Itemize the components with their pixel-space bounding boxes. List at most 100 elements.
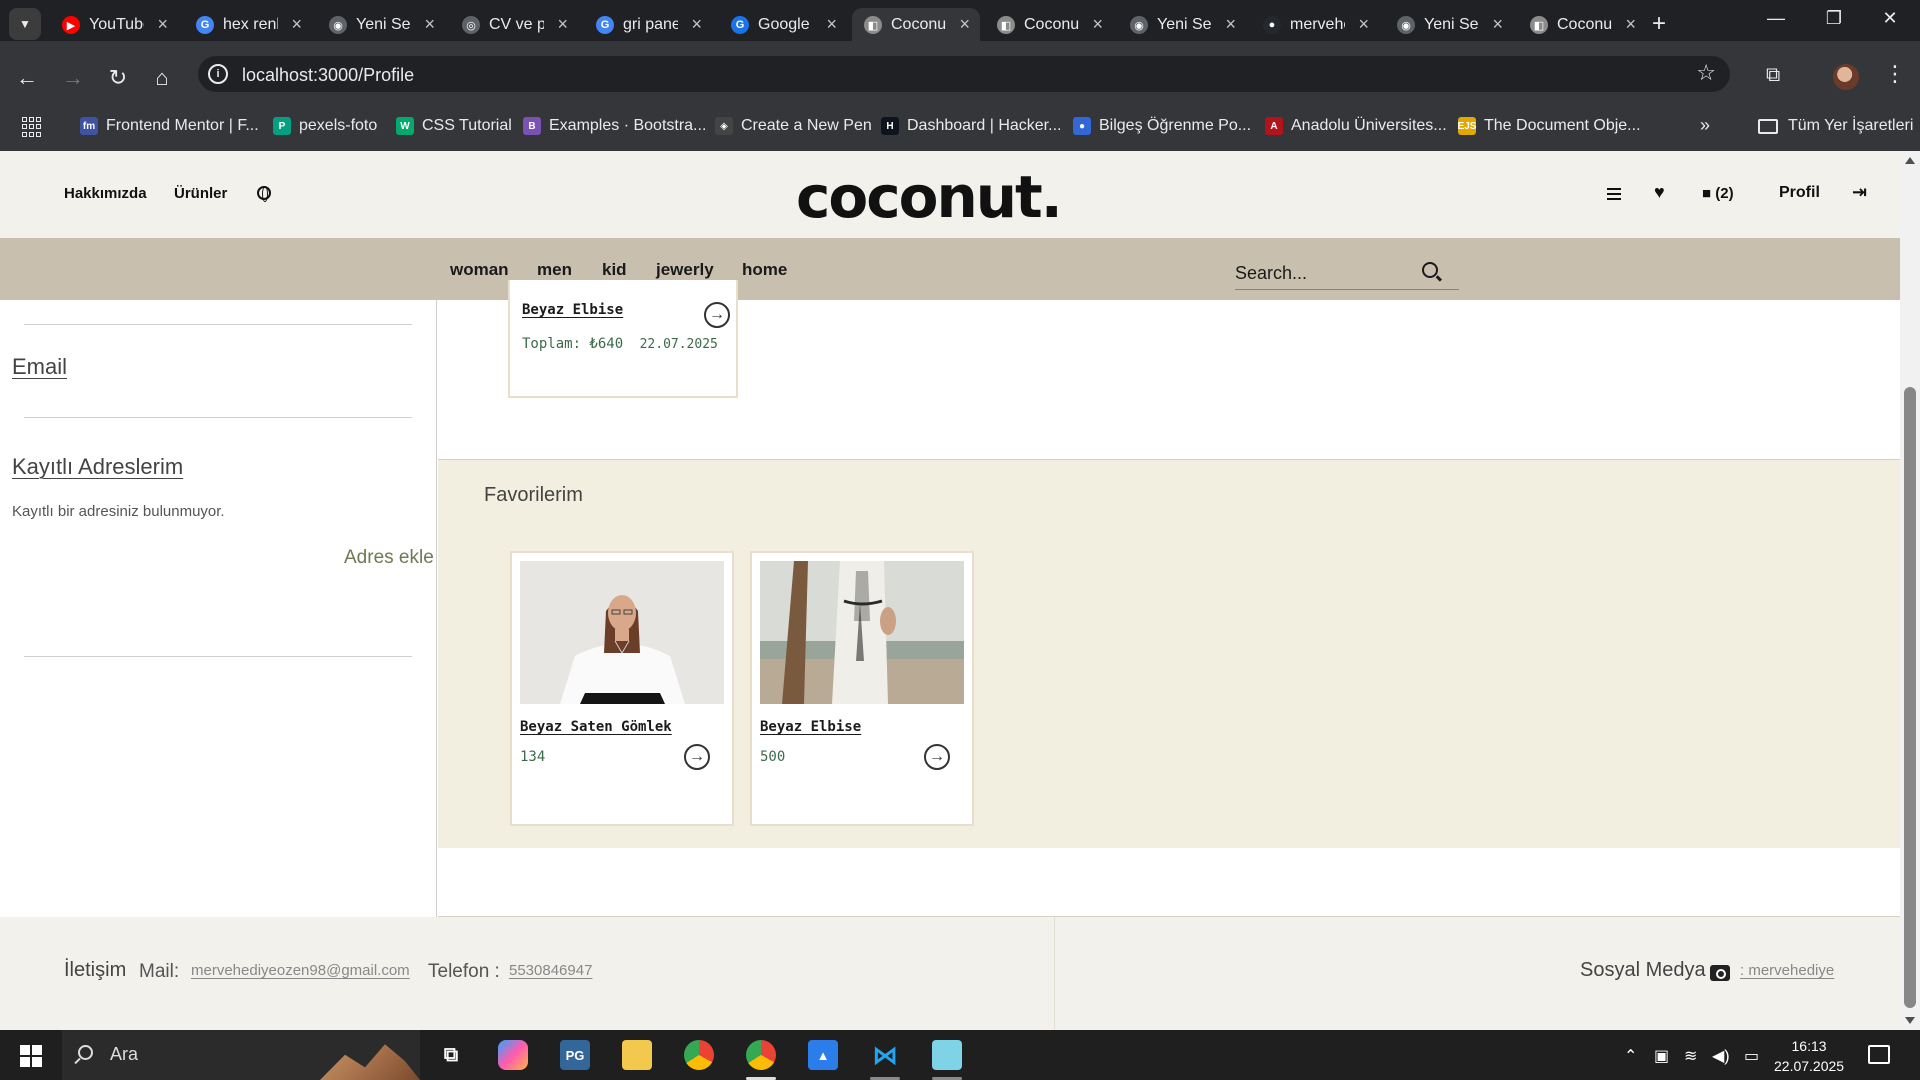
browser-tab[interactable]: ◉ Yeni Sekme ×	[1118, 8, 1246, 41]
back-arrow-icon[interactable]: ←	[12, 65, 42, 91]
search-input[interactable]	[1235, 260, 1415, 286]
tab-close-icon[interactable]: ×	[1092, 14, 1103, 35]
battery-icon[interactable]: ▭	[1744, 1046, 1759, 1066]
category-home[interactable]: home	[742, 260, 787, 280]
bookmark-item[interactable]: W CSS Tutorial	[396, 117, 512, 135]
browser-tab[interactable]: ▶ YouTube ×	[50, 8, 178, 41]
all-bookmarks-folder[interactable]: Tüm Yer İşaretleri	[1758, 117, 1913, 135]
tray-chevron-up-icon[interactable]: ⌃	[1624, 1046, 1637, 1066]
cart-button[interactable]: ■ (2)	[1702, 185, 1734, 202]
new-tab-button[interactable]: +	[1652, 10, 1666, 38]
meet-icon[interactable]: ▣	[1654, 1046, 1669, 1066]
favorite-product-name[interactable]: Beyaz Elbise	[760, 719, 861, 735]
site-logo[interactable]: coconut.	[796, 163, 1063, 231]
postgres-icon[interactable]: PG	[560, 1040, 590, 1070]
more-bookmarks-icon[interactable]: »	[1700, 115, 1710, 136]
products-link[interactable]: Ürünler	[174, 185, 227, 202]
browser-tab[interactable]: Ggri panel ×	[584, 8, 712, 41]
tab-close-icon[interactable]: ×	[959, 14, 970, 35]
tab-search-button[interactable]: ▼	[9, 8, 41, 40]
tab-close-icon[interactable]: ×	[424, 14, 435, 35]
site-info-icon[interactable]: i	[208, 64, 228, 84]
category-men[interactable]: men	[537, 260, 572, 280]
instagram-icon[interactable]	[1710, 965, 1730, 981]
scroll-down-icon[interactable]	[1905, 1017, 1915, 1024]
browser-tab[interactable]: ◧ Coconut ×	[1518, 8, 1646, 41]
volume-icon[interactable]: ◀)	[1712, 1046, 1730, 1066]
order-product-name[interactable]: Beyaz Elbise	[522, 302, 623, 318]
email-title[interactable]: Email	[12, 354, 67, 380]
apps-grid-icon[interactable]	[22, 117, 42, 137]
logout-icon[interactable]: ⇥	[1852, 182, 1867, 203]
scroll-up-icon[interactable]	[1905, 157, 1915, 164]
system-clock[interactable]: 16:13 22.07.2025	[1774, 1036, 1844, 1076]
wifi-icon[interactable]: ≋	[1684, 1046, 1697, 1066]
browser-tab[interactable]: ◎ CV ve port ×	[450, 8, 578, 41]
browser-tab[interactable]: ◧ Coconut ×	[852, 8, 980, 41]
profile-avatar[interactable]	[1833, 64, 1859, 90]
instagram-link[interactable]: : mervehediye	[1740, 962, 1834, 979]
tab-close-icon[interactable]: ×	[826, 14, 837, 35]
copilot-icon[interactable]	[498, 1040, 528, 1070]
menu-icon[interactable]	[1607, 188, 1621, 200]
tab-close-icon[interactable]: ×	[1358, 14, 1369, 35]
home-icon[interactable]: ⌂	[147, 65, 177, 91]
phone-link[interactable]: 5530846947	[509, 962, 592, 979]
notepad-icon[interactable]	[932, 1040, 962, 1070]
tab-close-icon[interactable]: ×	[557, 14, 568, 35]
arrow-right-icon[interactable]: →	[684, 744, 710, 770]
category-jewerly[interactable]: jewerly	[656, 260, 714, 280]
mail-link[interactable]: mervehediyeozen98@gmail.com	[191, 962, 410, 979]
browser-tab[interactable]: ◉ Yeni Sekme ×	[317, 8, 445, 41]
forward-arrow-icon[interactable]: →	[58, 65, 88, 91]
bookmark-item[interactable]: ◈ Create a New Pen	[715, 117, 872, 135]
close-window-button[interactable]: ✕	[1870, 8, 1910, 29]
notification-icon[interactable]	[1868, 1045, 1890, 1064]
tab-close-icon[interactable]: ×	[291, 14, 302, 35]
chrome-icon[interactable]	[684, 1040, 714, 1070]
reload-icon[interactable]: ↻	[103, 65, 133, 91]
tab-close-icon[interactable]: ×	[1492, 14, 1503, 35]
bookmark-item[interactable]: A Anadolu Üniversites...	[1265, 117, 1447, 135]
browser-tab[interactable]: ● mervehediye ×	[1251, 8, 1379, 41]
browser-menu-icon[interactable]: ⋮	[1884, 61, 1906, 87]
restore-button[interactable]: ❐	[1814, 8, 1854, 29]
tab-close-icon[interactable]: ×	[691, 14, 702, 35]
file-explorer-icon[interactable]	[622, 1040, 652, 1070]
addresses-title[interactable]: Kayıtlı Adreslerim	[12, 454, 183, 480]
bookmark-item[interactable]: EJS The Document Obje...	[1458, 117, 1641, 135]
profile-link[interactable]: Profil	[1779, 184, 1820, 202]
browser-tab[interactable]: Ghex renk ×	[184, 8, 312, 41]
extensions-icon[interactable]: ⧉	[1766, 64, 1780, 87]
bookmark-item[interactable]: B Examples · Bootstra...	[523, 117, 706, 135]
category-woman[interactable]: woman	[450, 260, 509, 280]
product-image[interactable]	[520, 561, 724, 704]
bookmark-item[interactable]: H Dashboard | Hacker...	[881, 117, 1061, 135]
about-link[interactable]: Hakkımızda	[64, 185, 147, 202]
heart-icon[interactable]: ♥	[1654, 182, 1665, 203]
favorite-product-name[interactable]: Beyaz Saten Gömlek	[520, 719, 672, 735]
bookmark-item[interactable]: ● Bilgeş Öğrenme Po...	[1073, 117, 1251, 135]
address-bar[interactable]: i localhost:3000/Profile ☆	[198, 56, 1730, 92]
tab-close-icon[interactable]: ×	[157, 14, 168, 35]
tab-close-icon[interactable]: ×	[1625, 14, 1636, 35]
browser-tab[interactable]: G Google Translate ×	[719, 8, 847, 41]
product-image[interactable]	[760, 561, 964, 704]
arrow-right-icon[interactable]: →	[924, 744, 950, 770]
windows-start-icon[interactable]	[20, 1045, 42, 1067]
minimize-button[interactable]: —	[1756, 8, 1796, 29]
task-view-icon[interactable]: ⧉	[436, 1040, 466, 1070]
bookmark-star-icon[interactable]: ☆	[1696, 60, 1716, 86]
vscode-icon[interactable]: ⋈	[870, 1040, 900, 1070]
scroll-thumb[interactable]	[1904, 387, 1916, 1008]
photos-icon[interactable]: ▲	[808, 1040, 838, 1070]
search-icon[interactable]	[1422, 262, 1438, 278]
bookmark-item[interactable]: fm Frontend Mentor | F...	[80, 117, 259, 135]
browser-tab[interactable]: ◉ Yeni Sekme ×	[1385, 8, 1513, 41]
browser-tab[interactable]: ◧ Coconut ×	[985, 8, 1113, 41]
chrome-active-icon[interactable]	[746, 1040, 776, 1070]
arrow-right-icon[interactable]: →	[704, 302, 730, 328]
url-text[interactable]: localhost:3000/Profile	[242, 65, 414, 86]
category-kid[interactable]: kid	[602, 260, 627, 280]
bookmark-item[interactable]: Ppexels-foto	[273, 117, 377, 135]
